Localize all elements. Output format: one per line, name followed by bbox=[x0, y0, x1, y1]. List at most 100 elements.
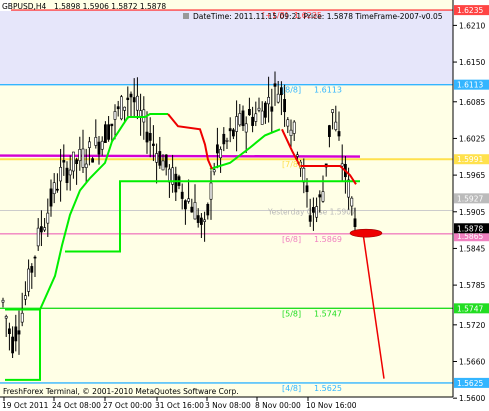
candle-body bbox=[123, 106, 127, 111]
candle-body bbox=[347, 179, 351, 198]
time-tick-label: 3 Nov 08:00 bbox=[205, 401, 251, 410]
candle-body bbox=[91, 158, 95, 163]
candle-body bbox=[257, 107, 261, 111]
candle-body bbox=[340, 163, 344, 167]
candle-body bbox=[139, 110, 143, 117]
candle-body bbox=[196, 215, 200, 223]
candle-body bbox=[235, 116, 239, 132]
candle-body bbox=[30, 266, 34, 273]
info-marker bbox=[183, 13, 189, 19]
candle-body bbox=[302, 167, 306, 183]
candle-body bbox=[78, 149, 82, 162]
murrey-level-label: [6/8] bbox=[282, 235, 301, 244]
yesterday-close-label: Yesterday Close 1.5907 bbox=[267, 208, 356, 217]
candle-body bbox=[84, 163, 88, 168]
level-price-tag: 1.5991 bbox=[457, 155, 483, 164]
candle-body bbox=[203, 219, 207, 222]
candle-body bbox=[350, 197, 354, 207]
candle-body bbox=[267, 96, 271, 105]
murrey-level-value: 1.5747 bbox=[314, 309, 342, 318]
candle-body bbox=[289, 129, 293, 136]
candle-body bbox=[270, 106, 274, 112]
trading-chart-window[interactable]: Yesterday Close 1.5907 [+1/8] 1.6235 [8/8]… bbox=[0, 0, 489, 411]
candle-body bbox=[88, 141, 91, 148]
murrey-level-value: 1.6113 bbox=[314, 86, 342, 95]
candle-body bbox=[59, 167, 63, 182]
candle-body bbox=[55, 188, 59, 191]
candle-body bbox=[337, 131, 341, 137]
price-chart[interactable]: Yesterday Close 1.5907 [+1/8] 1.6235[8/8]… bbox=[0, 0, 489, 411]
candle-body bbox=[20, 312, 24, 323]
candle-body bbox=[219, 148, 223, 159]
candle-body bbox=[1, 299, 5, 303]
chart-header-symbol: GBPUSD,H4 bbox=[2, 2, 47, 11]
candle-body bbox=[145, 131, 149, 143]
candle-body bbox=[212, 169, 216, 173]
candle-body bbox=[94, 137, 98, 146]
level-price-tag: 1.6235 bbox=[457, 6, 483, 15]
candle-body bbox=[273, 83, 277, 87]
candle-body bbox=[184, 200, 187, 210]
candle-body bbox=[206, 204, 210, 216]
candle-body bbox=[295, 154, 299, 157]
candle-body bbox=[286, 119, 290, 127]
forecast-origin-marker bbox=[349, 228, 383, 238]
candle-body bbox=[33, 256, 37, 259]
candle-body bbox=[75, 159, 79, 164]
price-tick-label: 1.5720 bbox=[459, 321, 485, 330]
candle-body bbox=[263, 102, 267, 118]
candle-body bbox=[200, 217, 203, 225]
candle-body bbox=[81, 148, 85, 168]
indicator-info-text: DateTime: 2011.11.15 09:21 Price: 1.5878… bbox=[193, 12, 443, 21]
candle-body bbox=[62, 160, 66, 163]
candle-body bbox=[353, 218, 357, 228]
level-price-tag: 1.5625 bbox=[457, 379, 483, 388]
candle-body bbox=[27, 268, 31, 292]
price-tick-label: 1.6150 bbox=[459, 58, 485, 67]
time-tick-label: 31 Oct 16:00 bbox=[155, 401, 204, 410]
candle-body bbox=[222, 133, 226, 145]
candle-body bbox=[305, 185, 309, 193]
candle-body bbox=[248, 108, 251, 116]
candle-body bbox=[120, 96, 123, 120]
candle-body bbox=[331, 109, 335, 113]
candle-body bbox=[104, 124, 107, 143]
candle-body bbox=[174, 173, 178, 193]
candle-body bbox=[292, 121, 296, 134]
time-tick-label: 19 Oct 2011 bbox=[2, 401, 49, 410]
candle-body bbox=[308, 215, 312, 222]
candle-body bbox=[65, 167, 69, 183]
murrey-level-label: [7/8] bbox=[282, 160, 301, 169]
candle-body bbox=[116, 106, 120, 110]
extra-price-tag: 1.5927 bbox=[457, 194, 483, 203]
candle-body bbox=[107, 124, 111, 140]
candle-body bbox=[190, 206, 194, 213]
price-tick-label: 1.5785 bbox=[459, 281, 485, 290]
price-tick-label: 1.5845 bbox=[459, 244, 485, 253]
candle-body bbox=[142, 109, 146, 123]
candle-body bbox=[180, 191, 184, 199]
candle-body bbox=[254, 113, 258, 122]
candle-body bbox=[187, 198, 191, 202]
price-tick-label: 1.5600 bbox=[459, 394, 485, 403]
price-tick-label: 1.6085 bbox=[459, 98, 485, 107]
candle-body bbox=[155, 153, 159, 163]
candle-body bbox=[152, 143, 155, 146]
candle-body bbox=[49, 188, 53, 207]
candle-body bbox=[232, 129, 235, 137]
candle-body bbox=[164, 154, 168, 168]
candle-body bbox=[311, 207, 315, 213]
candle-body bbox=[238, 113, 242, 126]
murrey-level-label: [5/8] bbox=[282, 309, 301, 318]
candle-body bbox=[209, 182, 213, 200]
candle-body bbox=[161, 160, 165, 171]
candle-body bbox=[244, 123, 248, 133]
chart-header-ohlc: 1.5898 1.5906 1.5872 1.5878 bbox=[54, 2, 166, 11]
candle-body bbox=[39, 226, 43, 233]
current-price-tag: 1.5878 bbox=[457, 224, 483, 233]
candle-body bbox=[100, 140, 104, 150]
candle-body bbox=[241, 110, 245, 127]
candle-body bbox=[8, 328, 11, 335]
level-price-tag: 1.6113 bbox=[457, 81, 483, 90]
time-tick-label: 24 Oct 08:00 bbox=[52, 401, 101, 410]
